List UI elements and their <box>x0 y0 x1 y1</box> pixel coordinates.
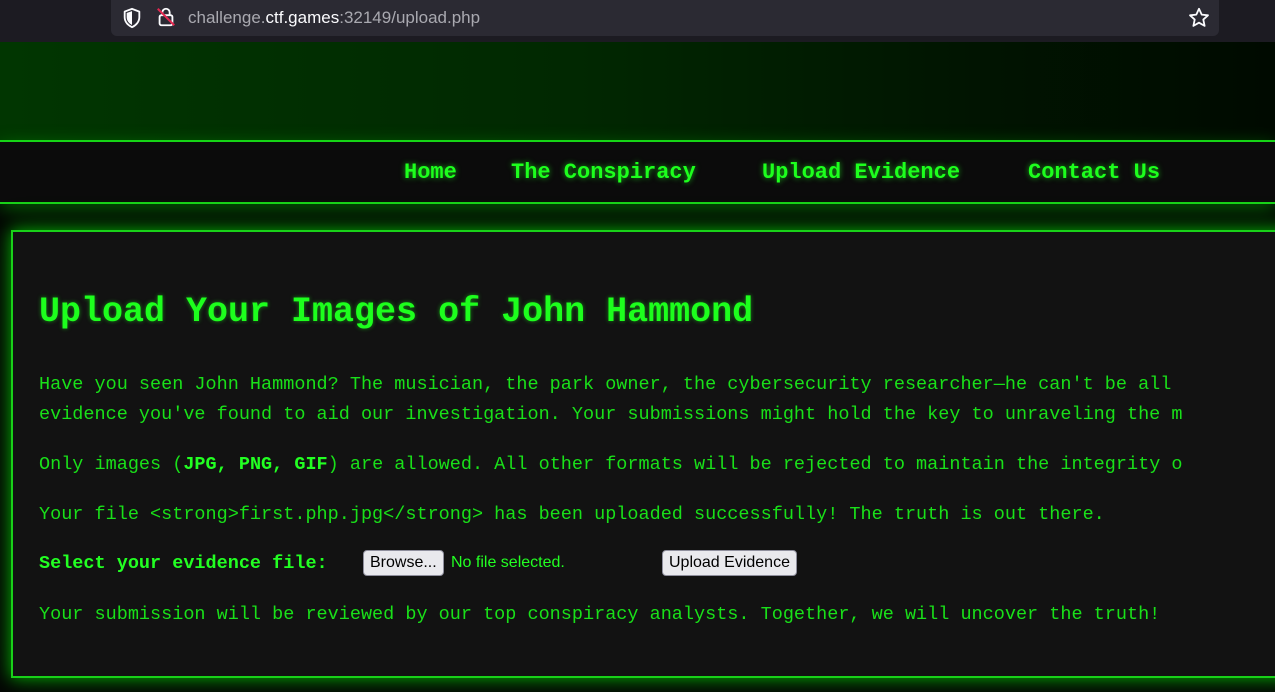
no-file-selected-text: No file selected. <box>451 554 565 571</box>
formats-list: JPG, PNG, GIF <box>183 454 328 475</box>
url-text[interactable]: challenge.ctf.games:32149/upload.php <box>188 8 480 28</box>
nav-contact-link[interactable]: Contact Us <box>1028 160 1160 185</box>
url-suffix: :32149/upload.php <box>339 8 481 27</box>
nav-conspiracy-link[interactable]: The Conspiracy <box>511 160 696 185</box>
page-title: Upload Your Images of John Hammond <box>39 292 754 332</box>
intro-line-1: Have you seen John Hammond? The musician… <box>39 374 1172 395</box>
header-banner <box>0 42 1275 142</box>
address-bar[interactable]: challenge.ctf.games:32149/upload.php <box>111 0 1219 36</box>
intro-paragraph: Have you seen John Hammond? The musician… <box>39 370 1183 430</box>
upload-status-message: Your file <strong>first.php.jpg</strong>… <box>39 504 1105 525</box>
intro-line-2: evidence you've found to aid our investi… <box>39 404 1183 425</box>
formats-suffix: ) are allowed. All other formats will be… <box>327 454 1183 475</box>
browse-button[interactable]: Browse... <box>363 550 444 576</box>
url-host: ctf.games <box>265 8 340 27</box>
bookmark-star-icon[interactable] <box>1187 6 1211 30</box>
nav-home-link[interactable]: Home <box>404 160 457 185</box>
upload-form: Select your evidence file: Browse... No … <box>39 550 1139 578</box>
shield-icon[interactable] <box>121 7 143 29</box>
insecure-lock-icon[interactable] <box>155 6 177 28</box>
main-navigation: Home The Conspiracy Upload Evidence Cont… <box>0 142 1275 204</box>
browser-toolbar: challenge.ctf.games:32149/upload.php <box>0 0 1275 42</box>
upload-panel: Upload Your Images of John Hammond Have … <box>11 230 1275 678</box>
file-input-label: Select your evidence file: <box>39 553 328 574</box>
upload-evidence-button[interactable]: Upload Evidence <box>662 550 797 576</box>
url-prefix: challenge. <box>188 8 266 27</box>
allowed-formats-text: Only images (JPG, PNG, GIF) are allowed.… <box>39 450 1183 480</box>
review-notice: Your submission will be reviewed by our … <box>39 604 1161 625</box>
web-page: Home The Conspiracy Upload Evidence Cont… <box>0 42 1275 692</box>
formats-prefix: Only images ( <box>39 454 184 475</box>
nav-upload-evidence-link[interactable]: Upload Evidence <box>762 160 960 185</box>
